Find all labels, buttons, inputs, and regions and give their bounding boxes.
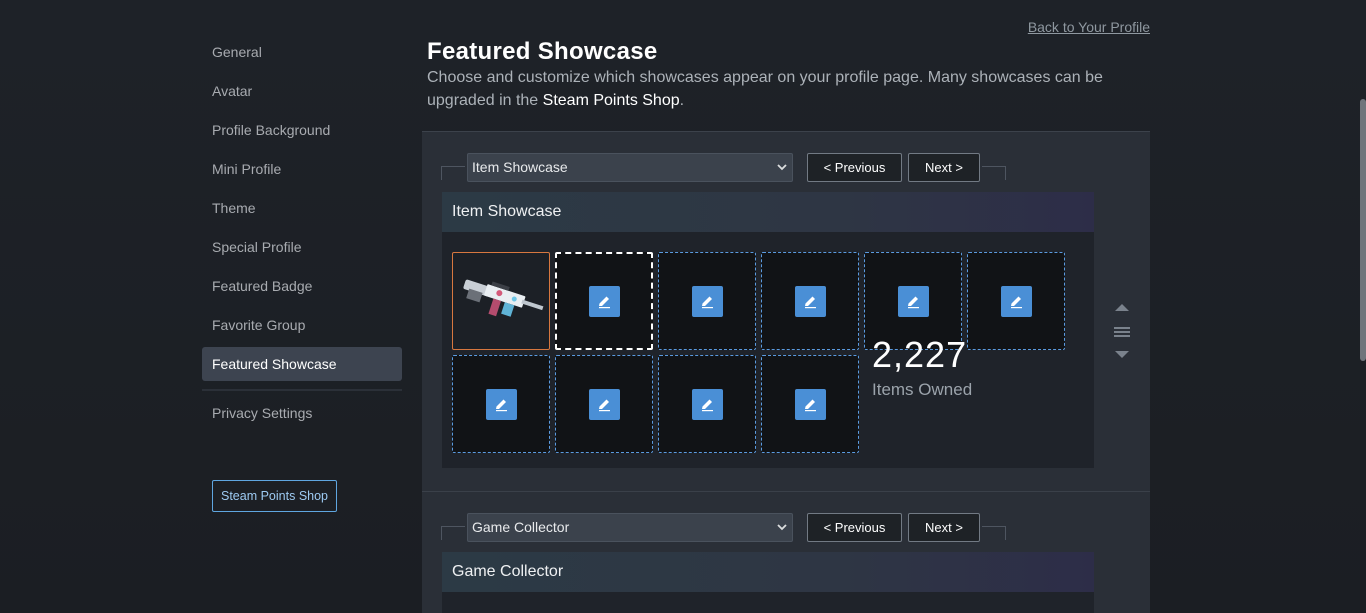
items-owned-label: Items Owned [872,380,973,399]
sidebar-item-mini-profile[interactable]: Mini Profile [202,152,402,186]
item-slot-empty[interactable] [761,355,859,453]
next-button[interactable]: Next > [908,513,980,542]
bracket-left [441,526,465,540]
item-slot-empty[interactable] [761,252,859,350]
sidebar-item-featured-showcase[interactable]: Featured Showcase [202,347,402,381]
item-slot-empty[interactable] [555,252,653,350]
showcase-panel-item: Item Showcase < Previous Next > Item Sho… [422,131,1150,491]
description-suffix: . [679,92,685,109]
showcase-panel-game-collector: Game Collector < Previous Next > Game Co… [422,491,1150,613]
previous-button[interactable]: < Previous [807,153,902,182]
pencil-edit-icon [692,286,723,317]
item-slot-filled[interactable] [452,252,550,350]
items-owned-count: 2,227 [872,334,968,375]
rifle-item-image [463,279,544,317]
sidebar-divider [202,389,402,391]
steam-points-shop-button[interactable]: Steam Points Shop [212,480,338,512]
sidebar-item-privacy-settings[interactable]: Privacy Settings [202,396,402,430]
item-slot-empty[interactable] [555,355,653,453]
sidebar-item-special-profile[interactable]: Special Profile [202,230,402,264]
item-showcase-preview: Item Showcase 2,227 Items Owned [442,192,1094,468]
page-title: Featured Showcase [427,38,658,65]
game-collector-preview: Game Collector [442,552,1094,613]
item-slot-empty[interactable] [658,252,756,350]
bracket-right [982,526,1006,540]
showcase-title: Game Collector [442,552,1094,592]
chevron-down-icon [776,154,788,191]
pencil-edit-icon [692,389,723,420]
bracket-right [982,166,1006,180]
showcase-type-value: Game Collector [472,519,570,535]
triangle-up-icon [1115,304,1129,311]
pencil-edit-icon [589,286,620,317]
previous-button[interactable]: < Previous [807,513,902,542]
item-slot-empty[interactable] [967,252,1065,350]
pencil-edit-icon [795,286,826,317]
showcase-type-value: Item Showcase [472,159,568,175]
points-shop-link[interactable]: Steam Points Shop [543,92,680,109]
sidebar-item-theme[interactable]: Theme [202,191,402,225]
description-text: Choose and customize which showcases app… [427,69,1103,109]
pencil-edit-icon [1001,286,1032,317]
pencil-edit-icon [589,389,620,420]
showcase-type-select[interactable]: Game Collector [467,513,793,542]
chevron-down-icon [776,514,788,551]
page-description: Choose and customize which showcases app… [427,66,1147,112]
sidebar-item-profile-background[interactable]: Profile Background [202,113,402,147]
sidebar-item-avatar[interactable]: Avatar [202,74,402,108]
settings-sidebar: General Avatar Profile Background Mini P… [202,35,402,512]
scrollbar-thumb[interactable] [1360,99,1366,361]
page-scrollbar[interactable] [1359,0,1366,613]
bracket-left [441,166,465,180]
next-button[interactable]: Next > [908,153,980,182]
item-slot-empty[interactable] [452,355,550,453]
pencil-edit-icon [795,389,826,420]
item-slot-empty[interactable] [658,355,756,453]
pencil-edit-icon [486,389,517,420]
drag-handle-icon [1114,327,1130,337]
sidebar-item-featured-badge[interactable]: Featured Badge [202,269,402,303]
back-to-profile-link[interactable]: Back to Your Profile [1028,19,1150,35]
pencil-edit-icon [898,286,929,317]
sidebar-item-general[interactable]: General [202,35,402,69]
showcase-title: Item Showcase [442,192,1094,232]
reorder-controls [1112,302,1132,362]
sidebar-item-favorite-group[interactable]: Favorite Group [202,308,402,342]
showcase-type-select[interactable]: Item Showcase [467,153,793,182]
triangle-down-icon [1115,351,1129,358]
